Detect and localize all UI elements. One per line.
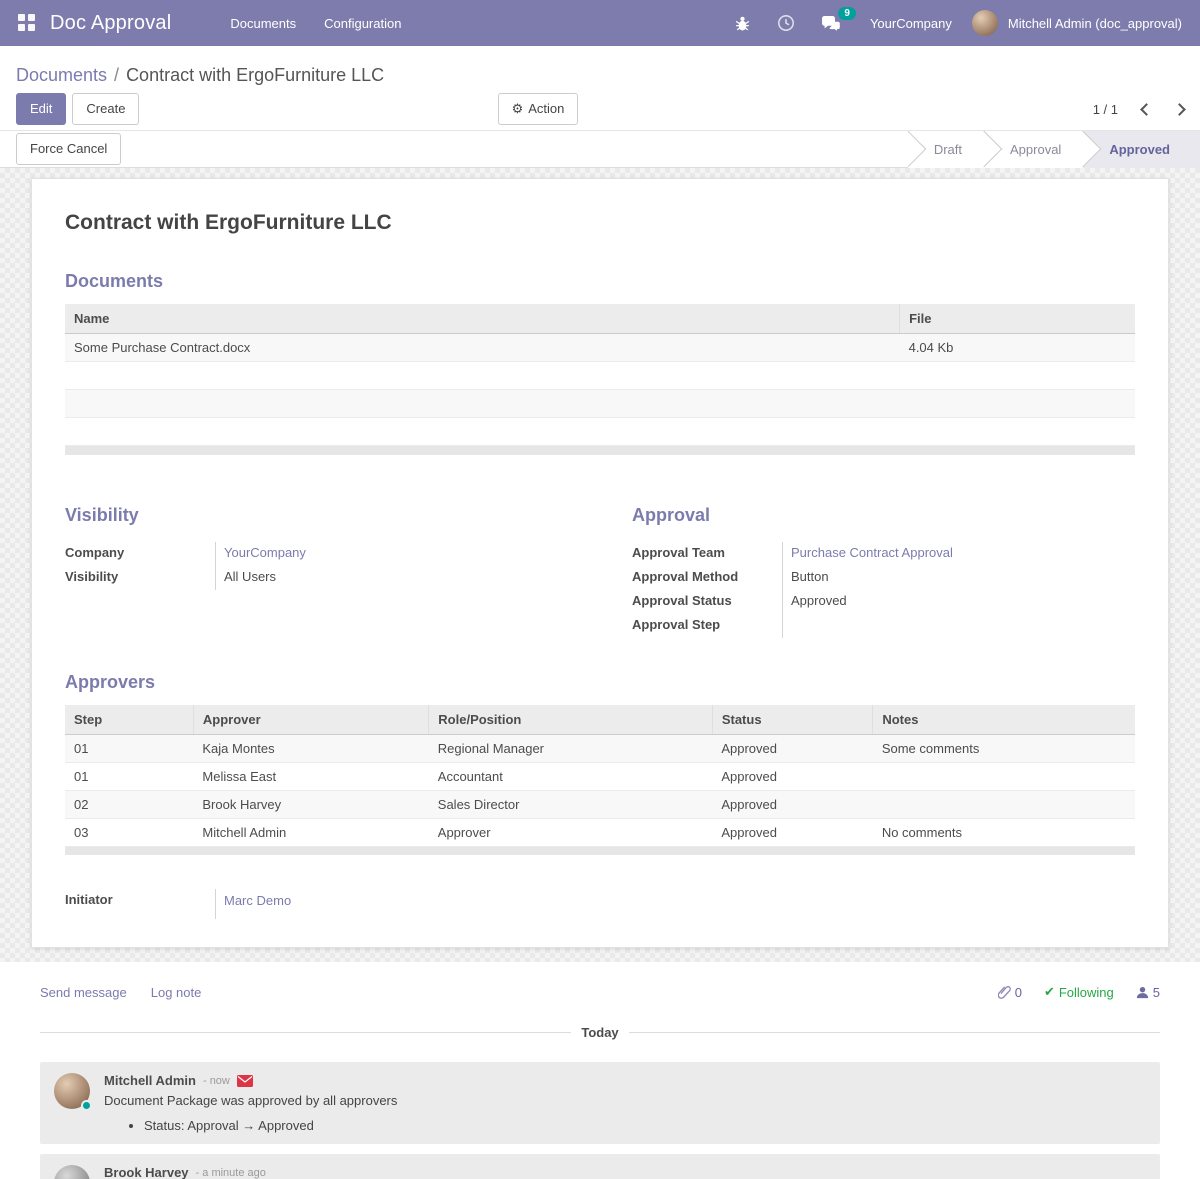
field-approval-status: Approval Status Approved	[632, 590, 1135, 614]
breadcrumb-parent[interactable]: Documents	[16, 65, 107, 85]
systray: 9 YourCompany Mitchell Admin (doc_approv…	[726, 8, 1188, 38]
send-message-button[interactable]: Send message	[40, 985, 127, 1000]
approval-team-link[interactable]: Purchase Contract Approval	[791, 545, 953, 560]
message-author[interactable]: Brook Harvey	[104, 1165, 189, 1179]
pager-previous-icon[interactable]	[1140, 103, 1153, 116]
control-buttons: Edit Create ⚙Action 1 / 1	[0, 88, 1200, 130]
debug-bug-icon[interactable]	[726, 9, 759, 38]
company-switcher[interactable]: YourCompany	[860, 16, 962, 31]
activities-clock-icon[interactable]	[769, 8, 803, 38]
pager-next-icon[interactable]	[1173, 103, 1186, 116]
approver-row[interactable]: 02 Brook Harvey Sales Director Approved	[65, 790, 1135, 818]
date-divider: Today	[40, 1025, 1160, 1040]
message-body: Document Package was approved by all app…	[104, 1093, 397, 1108]
breadcrumb-current: Contract with ErgoFurniture LLC	[126, 65, 384, 85]
message-time: - a minute ago	[196, 1167, 266, 1179]
email-icon	[237, 1075, 253, 1087]
attachment-count: 0	[1015, 985, 1022, 1000]
menu-documents[interactable]: Documents	[219, 3, 307, 44]
follower-count: 5	[1153, 985, 1160, 1000]
message-card: Brook Harvey - a minute ago	[40, 1154, 1160, 1179]
approver-row[interactable]: 01 Melissa East Accountant Approved	[65, 762, 1135, 790]
field-initiator: Initiator Marc Demo	[65, 889, 1135, 919]
person-icon	[1136, 986, 1149, 999]
check-icon: ✔	[1044, 984, 1055, 1000]
field-approval-method: Approval Method Button	[632, 566, 1135, 590]
menu-configuration[interactable]: Configuration	[313, 3, 412, 44]
approvers-col-step[interactable]: Step	[65, 705, 193, 735]
force-cancel-button[interactable]: Force Cancel	[16, 133, 121, 165]
form-sheet: Contract with ErgoFurniture LLC Document…	[31, 178, 1169, 948]
form-view: Contract with ErgoFurniture LLC Document…	[0, 168, 1200, 962]
approval-section-title: Approval	[632, 505, 1135, 526]
paperclip-icon	[998, 985, 1011, 999]
breadcrumb: Documents / Contract with ErgoFurniture LL…	[0, 46, 1200, 88]
documents-table: Name File Some Purchase Contract.docx 4.…	[65, 304, 1135, 455]
top-navbar: Doc Approval Documents Configuration 9 Y…	[0, 0, 1200, 46]
pager-value: 1 / 1	[1093, 102, 1118, 117]
messages-chat-icon[interactable]: 9	[813, 9, 850, 38]
record-title: Contract with ErgoFurniture LLC	[65, 211, 1135, 235]
documents-col-file[interactable]: File	[900, 304, 1135, 334]
empty-row	[65, 362, 1135, 390]
user-avatar[interactable]	[972, 10, 998, 36]
approvers-section-title: Approvers	[65, 672, 1135, 693]
company-link[interactable]: YourCompany	[224, 545, 306, 560]
initiator-link[interactable]: Marc Demo	[224, 893, 291, 908]
message-time: - now	[203, 1075, 230, 1087]
main-menu: Documents Configuration	[219, 3, 412, 44]
chatter: Send message Log note 0 ✔ Following 5 To…	[0, 962, 1200, 1179]
field-approval-team: Approval Team Purchase Contract Approval	[632, 542, 1135, 566]
online-status-icon	[81, 1100, 92, 1111]
user-menu[interactable]: Mitchell Admin (doc_approval)	[1008, 16, 1188, 31]
documents-section-title: Documents	[65, 271, 1135, 292]
statusbar-row: Force Cancel Draft Approval Approved	[0, 130, 1200, 168]
log-note-button[interactable]: Log note	[151, 985, 202, 1000]
message-author-avatar[interactable]	[54, 1165, 90, 1179]
gear-icon: ⚙	[512, 101, 524, 116]
approver-row[interactable]: 01 Kaja Montes Regional Manager Approved…	[65, 734, 1135, 762]
tracking-value: Status: Approval → Approved	[144, 1118, 397, 1133]
document-row[interactable]: Some Purchase Contract.docx 4.04 Kb	[65, 334, 1135, 362]
field-approval-step: Approval Step	[632, 614, 1135, 638]
message-card: Mitchell Admin - now Document Package wa…	[40, 1062, 1160, 1144]
statusbar: Draft Approval Approved	[908, 131, 1200, 168]
visibility-group: Visibility Company YourCompany Visibilit…	[65, 505, 600, 638]
create-button[interactable]: Create	[72, 93, 139, 125]
followers-button[interactable]: 5	[1136, 985, 1160, 1000]
approvers-col-status[interactable]: Status	[712, 705, 873, 735]
app-title[interactable]: Doc Approval	[50, 12, 171, 35]
edit-button[interactable]: Edit	[16, 93, 66, 125]
attachments-button[interactable]: 0	[998, 985, 1022, 1000]
documents-col-name[interactable]: Name	[65, 304, 900, 334]
visibility-section-title: Visibility	[65, 505, 600, 526]
message-count-badge: 9	[838, 7, 856, 20]
breadcrumb-separator: /	[114, 65, 119, 85]
approvers-col-role[interactable]: Role/Position	[429, 705, 713, 735]
empty-row	[65, 390, 1135, 418]
approver-row[interactable]: 03 Mitchell Admin Approver Approved No c…	[65, 818, 1135, 846]
approvers-col-approver[interactable]: Approver	[193, 705, 428, 735]
field-company: Company YourCompany	[65, 542, 600, 566]
empty-row	[65, 418, 1135, 446]
approval-group: Approval Approval Team Purchase Contract…	[600, 505, 1135, 638]
approvers-col-notes[interactable]: Notes	[873, 705, 1135, 735]
approvers-table: Step Approver Role/Position Status Notes…	[65, 705, 1135, 856]
following-button[interactable]: ✔ Following	[1044, 984, 1114, 1000]
apps-menu-icon[interactable]	[18, 14, 36, 32]
action-button[interactable]: ⚙Action	[498, 93, 579, 125]
field-visibility: Visibility All Users	[65, 566, 600, 590]
message-author[interactable]: Mitchell Admin	[104, 1073, 196, 1088]
